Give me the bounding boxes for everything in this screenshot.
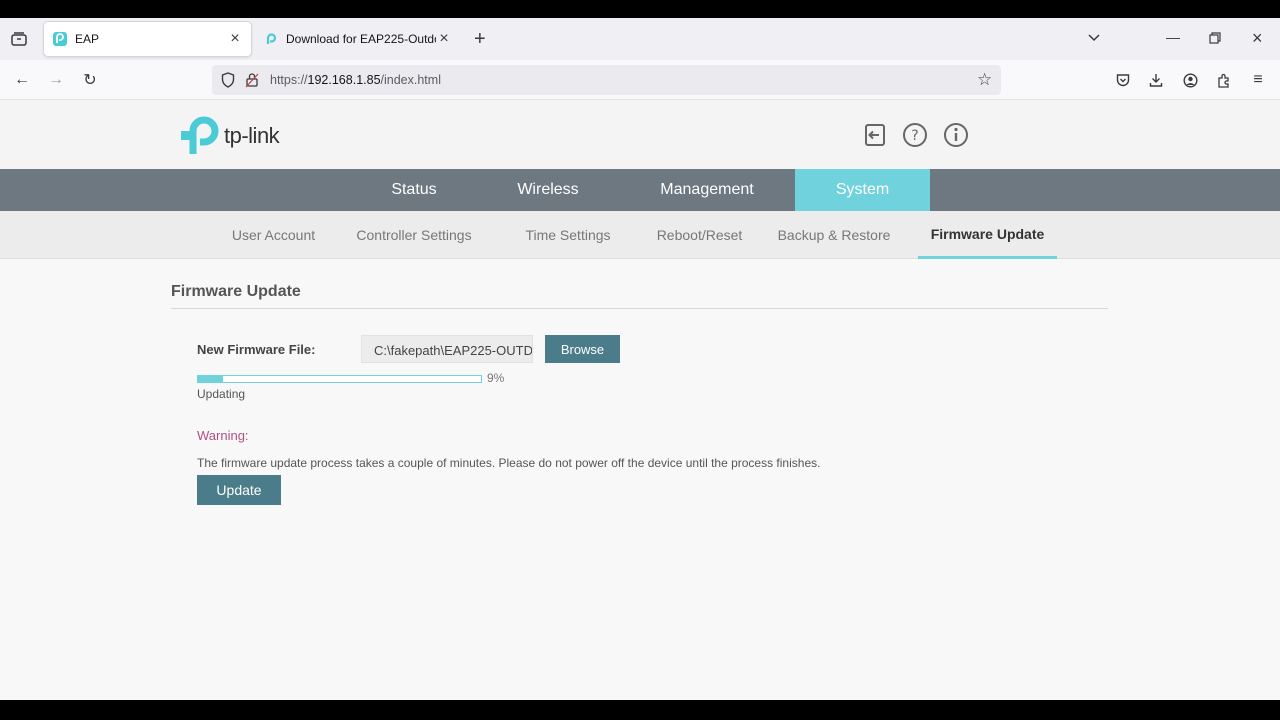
firmware-file-label: New Firmware File: (197, 342, 316, 357)
browser-window: EAP × Download for EAP225-Outdoor × + — … (0, 18, 1280, 700)
update-progress-fill (198, 376, 224, 382)
sub-nav-backup-restore[interactable]: Backup & Restore (768, 211, 900, 259)
account-icon[interactable] (1180, 70, 1200, 90)
sub-nav-time-settings[interactable]: Time Settings (513, 211, 623, 259)
extensions-icon[interactable] (1214, 70, 1234, 90)
restore-icon[interactable] (1209, 32, 1221, 46)
warning-text: The firmware update process takes a coup… (197, 456, 821, 470)
url-text: https://192.168.1.85/index.html (270, 73, 441, 87)
tab-eap[interactable]: EAP × (44, 22, 251, 56)
lock-icon[interactable] (245, 72, 259, 93)
tab-title: Download for EAP225-Outdoor (286, 32, 436, 46)
firmware-update-panel: Firmware Update New Firmware File: C:\fa… (171, 278, 1108, 505)
forward-icon[interactable]: → (46, 70, 66, 90)
main-nav-status[interactable]: Status (362, 169, 466, 211)
minimize-icon[interactable]: — (1166, 30, 1180, 44)
tab-close-icon[interactable]: × (227, 30, 243, 48)
warning-label: Warning: (197, 428, 249, 443)
plus-icon[interactable]: + (474, 29, 486, 49)
sub-nav: User Account Controller Settings Time Se… (0, 211, 1280, 259)
tplink-favicon-icon (264, 32, 278, 46)
svg-text:?: ? (911, 128, 918, 144)
firmware-file-input[interactable]: C:\fakepath\EAP225-OUTDOOR (361, 335, 533, 363)
update-status-text: Updating (197, 387, 246, 401)
main-nav-wireless[interactable]: Wireless (496, 169, 600, 211)
shield-icon[interactable] (221, 72, 235, 93)
main-nav-management[interactable]: Management (640, 169, 774, 211)
download-icon[interactable] (1146, 70, 1166, 90)
logout-icon[interactable] (862, 122, 888, 148)
close-window-icon[interactable]: × (1252, 29, 1263, 47)
page-header: tp-link ? (0, 100, 1280, 169)
tab-overview-icon[interactable] (10, 31, 28, 49)
tab-strip: EAP × Download for EAP225-Outdoor × + — … (0, 18, 1280, 60)
update-progress-bar (197, 375, 482, 383)
tab-title: EAP (75, 32, 100, 46)
section-title: Firmware Update (171, 278, 1108, 309)
info-icon[interactable] (943, 122, 969, 148)
update-button[interactable]: Update (197, 475, 281, 505)
main-nav-system[interactable]: System (795, 169, 930, 211)
back-icon[interactable]: ← (12, 70, 32, 90)
tplink-favicon-icon (53, 32, 67, 46)
help-icon[interactable]: ? (902, 122, 928, 148)
bookmark-star-icon[interactable]: ☆ (977, 70, 992, 90)
tplink-logo-icon (181, 116, 219, 154)
router-admin-page: tp-link ? Status Wireless Management Sys… (0, 100, 1280, 700)
url-bar[interactable]: https://192.168.1.85/index.html ☆ (212, 65, 1001, 95)
chevron-down-icon[interactable] (1087, 31, 1101, 45)
sub-nav-controller-settings[interactable]: Controller Settings (344, 211, 484, 259)
browse-button[interactable]: Browse (545, 335, 620, 363)
sub-nav-user-account[interactable]: User Account (222, 211, 325, 259)
sub-nav-reboot-reset[interactable]: Reboot/Reset (647, 211, 752, 259)
tab-download[interactable]: Download for EAP225-Outdoor × (255, 22, 460, 56)
sub-nav-firmware-update[interactable]: Firmware Update (918, 211, 1057, 259)
reload-icon[interactable]: ↻ (80, 70, 100, 90)
tplink-logo: tp-link (180, 116, 280, 156)
main-nav: Status Wireless Management System (0, 169, 1280, 211)
tab-close-icon[interactable]: × (436, 30, 452, 48)
pocket-icon[interactable] (1113, 70, 1133, 90)
menu-icon[interactable]: ≡ (1248, 70, 1268, 90)
progress-percent: 9% (487, 371, 505, 385)
navigation-toolbar: ← → ↻ https://192.168.1.85/index.html ☆ … (0, 60, 1280, 100)
